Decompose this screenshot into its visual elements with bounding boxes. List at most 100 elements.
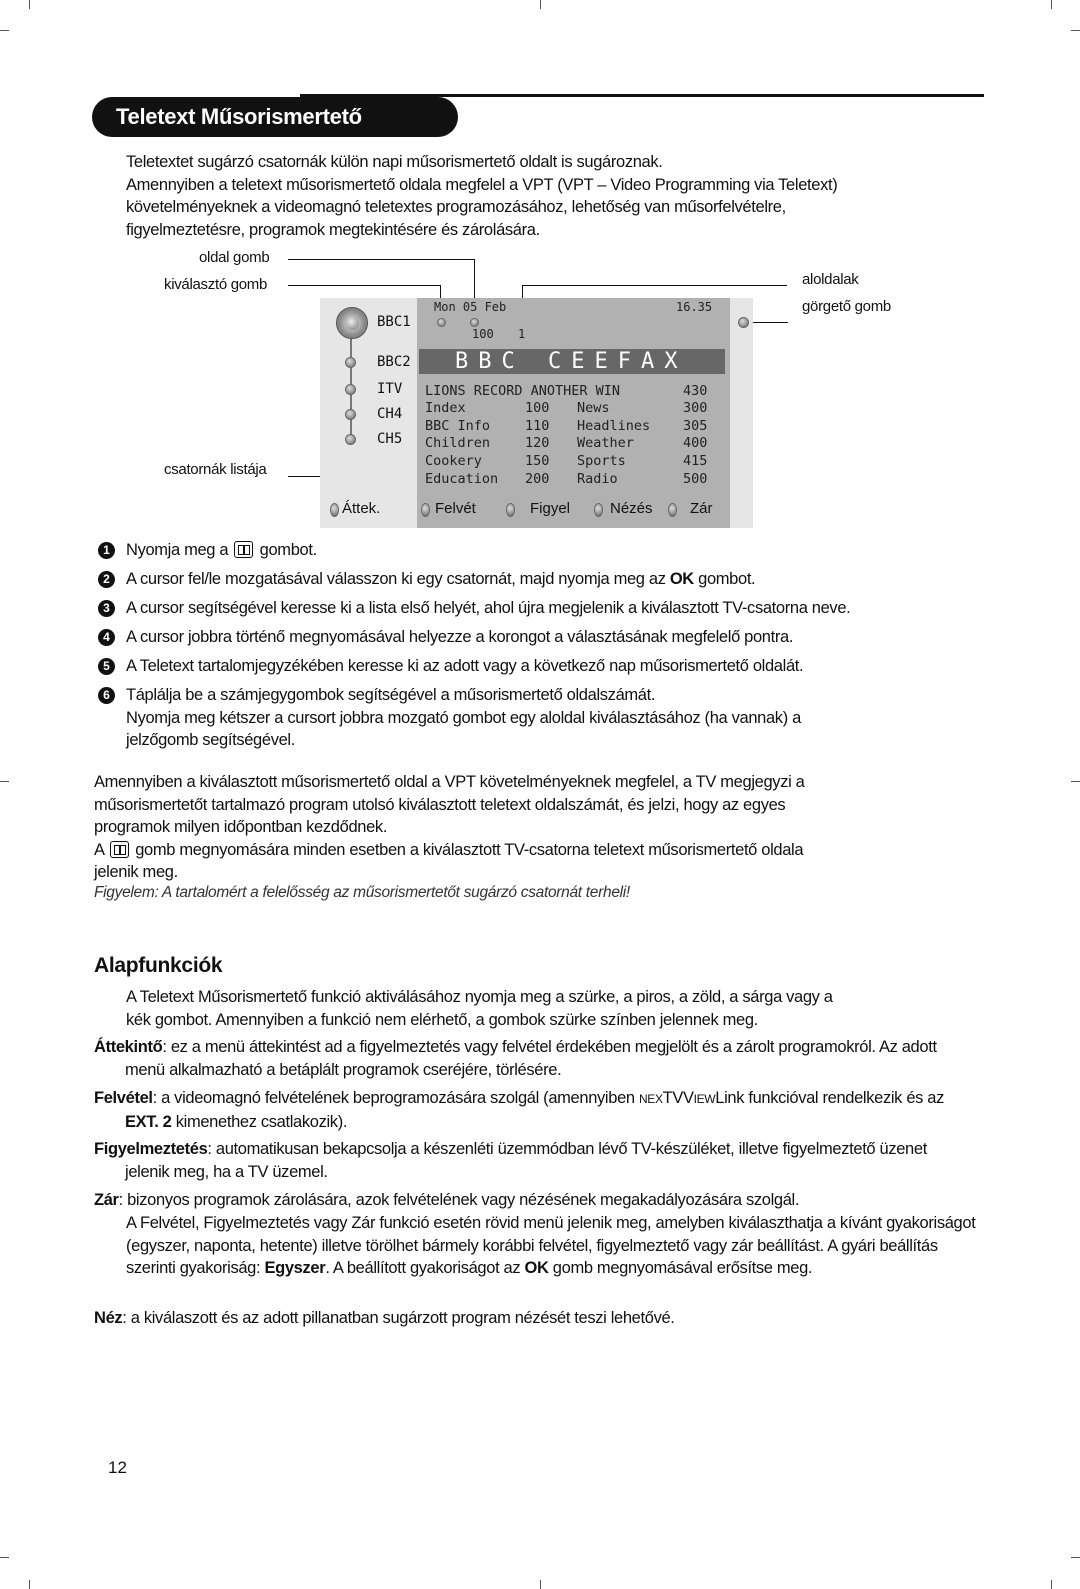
index-page-number[interactable]: 110 [525, 418, 549, 434]
green-button-icon [506, 503, 515, 517]
index-page-number[interactable]: 305 [683, 418, 707, 434]
definition-lock-continued: A Felvétel, Figyelmeztetés vagy Zár funk… [126, 1214, 976, 1277]
index-label[interactable]: Sports [577, 453, 626, 469]
callout-page-button: oldal gomb [199, 249, 270, 266]
channel-item[interactable]: CH4 [377, 406, 402, 422]
index-page-number[interactable]: 300 [683, 400, 707, 416]
step-text: Nyomja meg a gombot. [126, 541, 317, 559]
crop-mark [1071, 1557, 1080, 1558]
guide-time: 16.35 [676, 300, 713, 314]
index-label[interactable]: Education [425, 471, 498, 487]
ceefax-banner: BBC CEEFAX [419, 349, 725, 374]
channel-knob[interactable] [345, 384, 356, 395]
step-number: 3 [98, 600, 115, 617]
button-overview[interactable]: Áttek. [342, 500, 380, 517]
crop-mark [0, 1557, 9, 1558]
channel-knob[interactable] [345, 357, 356, 368]
button-watch[interactable]: Nézés [610, 500, 653, 517]
step-text: A cursor segítségével keresse ki a lista… [126, 599, 851, 617]
page-title: Teletext Műsorismertető [92, 97, 458, 137]
index-page-number[interactable]: 100 [525, 400, 549, 416]
blue-button-icon [668, 503, 677, 517]
callout-scroll-button: görgető gomb [802, 298, 891, 315]
definition-record: Felvétel: a videomagnó felvételének bepr… [94, 1089, 945, 1131]
callout-line [522, 285, 787, 286]
channel-knob[interactable] [345, 434, 356, 445]
channel-knob[interactable] [345, 409, 356, 420]
index-page-number[interactable]: 150 [525, 453, 549, 469]
red-button-icon [421, 503, 430, 517]
index-label[interactable]: Weather [577, 435, 634, 451]
crop-mark [540, 0, 541, 9]
section-heading: Alapfunkciók [94, 954, 223, 977]
intro-line: Teletextet sugárzó csatornák külön napi … [126, 153, 663, 171]
headline-page: 430 [683, 383, 708, 399]
guide-page: 100 [472, 327, 494, 341]
headline-text: LIONS RECORD ANOTHER WIN [425, 383, 621, 399]
definition-notify: Figyelmeztetés: automatikusan bekapcsolj… [94, 1140, 927, 1181]
definition-lock: Zár: bizonyos programok zárolására, azok… [94, 1191, 800, 1209]
channel-item[interactable]: BBC2 [377, 354, 411, 370]
callout-line [288, 285, 440, 286]
scroll-panel [730, 298, 753, 528]
yellow-button-icon [594, 503, 603, 517]
definition-watch: Néz: a kiválaszott és az adott pillanatb… [94, 1309, 675, 1327]
index-label[interactable]: Index [425, 400, 466, 416]
crop-mark [0, 781, 9, 782]
index-page-number[interactable]: 400 [683, 435, 707, 451]
intro-line: Amennyiben a teletext műsorismertető old… [126, 175, 838, 194]
index-label[interactable]: Cookery [425, 453, 482, 469]
channel-item[interactable]: ITV [377, 381, 402, 397]
step-text: A cursor jobbra történő megnyomásával he… [126, 628, 794, 646]
vpt-paragraph: Amennyiben a kiválasztott műsorismertető… [94, 773, 805, 881]
guide-book-icon [109, 840, 129, 858]
index-label[interactable]: Children [425, 435, 490, 451]
crop-mark [1071, 781, 1080, 782]
callout-line [288, 259, 475, 260]
button-lock[interactable]: Zár [690, 500, 713, 517]
guide-date: Mon 05 Feb [434, 300, 507, 314]
cursor-pad-icon[interactable] [336, 307, 368, 339]
crop-mark [1051, 1580, 1052, 1589]
index-label[interactable]: BBC Info [425, 418, 490, 434]
crop-mark [540, 1580, 541, 1589]
select-knob[interactable] [437, 318, 446, 327]
crop-mark [1071, 30, 1080, 31]
step-number: 4 [98, 629, 115, 646]
channel-item[interactable]: CH5 [377, 431, 402, 447]
step-number: 5 [98, 658, 115, 675]
index-page-number[interactable]: 415 [683, 453, 707, 469]
step-number: 6 [98, 687, 115, 704]
callout-subpages: aloldalak [802, 271, 859, 288]
crop-mark [29, 1580, 30, 1589]
intro-line: követelményeknek a videomagnó teletextes… [126, 198, 786, 216]
index-page-number[interactable]: 500 [683, 471, 707, 487]
page-knob[interactable] [470, 318, 479, 327]
crop-mark [29, 0, 30, 9]
index-label[interactable]: Headlines [577, 418, 650, 434]
index-label[interactable]: News [577, 400, 610, 416]
index-page-number[interactable]: 120 [525, 435, 549, 451]
callout-line [748, 322, 788, 323]
crop-mark [1051, 0, 1052, 9]
step-text: A Teletext tartalomjegyzékében keresse k… [126, 657, 804, 675]
basic-intro: A Teletext Műsorismertető funkció aktivá… [126, 988, 833, 1029]
button-record[interactable]: Felvét [435, 500, 476, 517]
definition-overview: Áttekintő: ez a menü áttekintést ad a fi… [94, 1038, 937, 1079]
guide-subpage: 1 [518, 327, 526, 341]
step-number: 1 [98, 542, 115, 559]
guide-book-icon [234, 541, 254, 558]
grey-button-icon [330, 503, 339, 517]
index-page-number[interactable]: 200 [525, 471, 549, 487]
button-notify[interactable]: Figyel [530, 500, 570, 517]
intro-line: figyelmeztetésre, programok megtekintésé… [126, 220, 540, 239]
step-text: Táplálja be a számjegygombok segítségéve… [126, 686, 801, 749]
index-label[interactable]: Radio [577, 471, 618, 487]
callout-select-button: kiválasztó gomb [164, 276, 268, 293]
scroll-knob[interactable] [738, 317, 749, 328]
crop-mark [0, 30, 9, 31]
callout-channel-list: csatornák listája [164, 461, 267, 478]
channel-panel [320, 298, 417, 528]
channel-item[interactable]: BBC1 [377, 314, 411, 330]
step-text: A cursor fel/le mozgatásával válasszon k… [126, 570, 756, 588]
